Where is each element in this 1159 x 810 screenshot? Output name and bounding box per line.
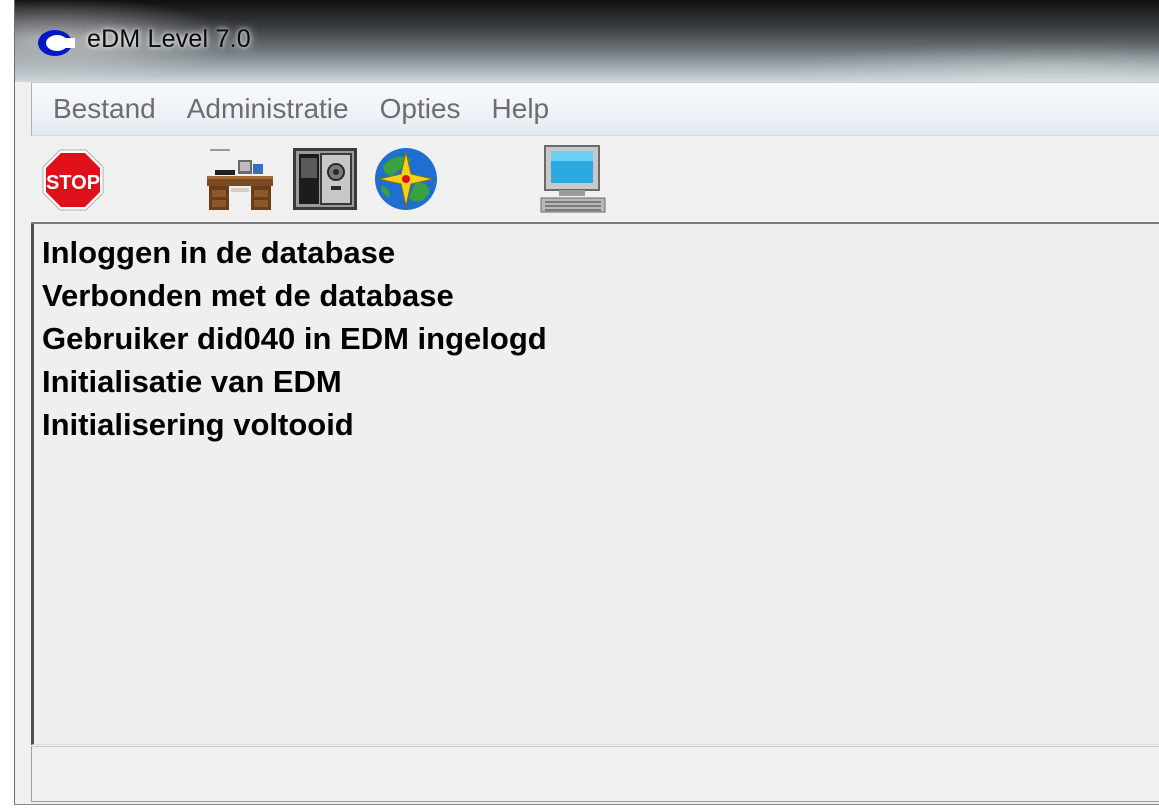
- menu-help[interactable]: Help: [479, 93, 568, 125]
- globe-button[interactable]: [373, 146, 439, 212]
- log-line: Verbonden met de database: [42, 278, 454, 313]
- title-bar[interactable]: eDM Level 7.0: [15, 0, 1159, 82]
- stop-sign-icon: STOP: [41, 148, 105, 212]
- log-line: Initialisatie van EDM: [42, 364, 342, 399]
- menu-bar: Bestand Administratie Opties Help: [31, 82, 1159, 136]
- log-output-panel: Inloggen in de database Verbonden met de…: [31, 224, 1159, 745]
- app-window: eDM Level 7.0 Bestand Administratie Opti…: [14, 0, 1159, 805]
- desk-button[interactable]: [205, 146, 275, 214]
- menu-administratie[interactable]: Administratie: [174, 93, 367, 125]
- safe-icon: [291, 144, 359, 214]
- window-title: eDM Level 7.0: [87, 25, 251, 53]
- status-bar: [31, 746, 1159, 802]
- globe-compass-icon: [373, 146, 439, 212]
- menu-opties[interactable]: Opties: [367, 93, 479, 125]
- safe-button[interactable]: [291, 144, 359, 214]
- stop-button[interactable]: STOP: [41, 148, 105, 212]
- log-list: Inloggen in de database Verbonden met de…: [34, 224, 1159, 446]
- computer-button[interactable]: [537, 144, 609, 216]
- computer-terminal-icon: [537, 144, 609, 216]
- log-line: Inloggen in de database: [42, 235, 396, 270]
- log-line: Initialisering voltooid: [42, 407, 354, 442]
- toolbar: STOP: [31, 136, 1159, 224]
- svg-text:STOP: STOP: [46, 172, 100, 194]
- log-line: Gebruiker did040 in EDM ingelogd: [42, 321, 547, 356]
- edm-app-icon: [35, 27, 77, 59]
- desk-icon: [205, 146, 275, 214]
- menu-bestand[interactable]: Bestand: [40, 93, 174, 125]
